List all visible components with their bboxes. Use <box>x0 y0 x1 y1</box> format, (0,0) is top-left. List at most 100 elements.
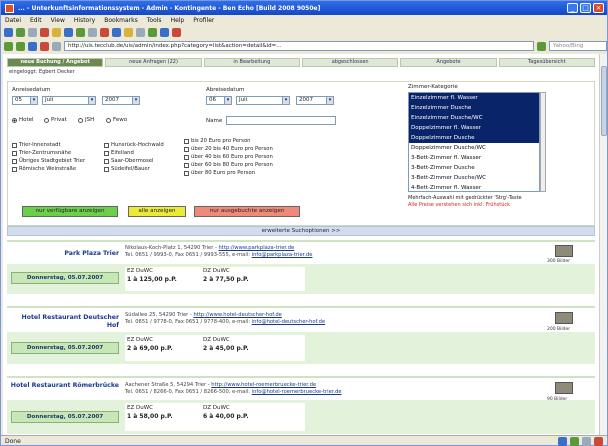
price-checkbox[interactable]: über 40 bis 60 Euro pro Person <box>184 154 273 160</box>
toolbar-icon[interactable] <box>172 28 181 37</box>
status-icon[interactable] <box>558 436 567 446</box>
toolbar-icon[interactable] <box>88 28 97 37</box>
tab-offers[interactable]: Angebote <box>400 58 497 67</box>
menu-bookmarks[interactable]: Bookmarks <box>104 17 138 24</box>
maximize-button[interactable]: □ <box>580 3 591 13</box>
extended-search-link[interactable]: erweiterte Suchoptionen >> <box>7 226 595 236</box>
hotel-website-link[interactable]: http://www.hotel-roemerbruecke-trier.de <box>211 382 316 388</box>
listbox-scrollbar[interactable] <box>540 92 546 192</box>
area-checkbox[interactable]: Trier-Zentrumsnähe <box>12 150 71 156</box>
toolbar-icon[interactable] <box>64 28 73 37</box>
address-input[interactable]: http://uis.tecclub.de/uis/admin/index.ph… <box>64 41 534 51</box>
hotel-website-link[interactable]: http://www.parkplaza-trier.de <box>219 245 295 251</box>
close-button[interactable]: × <box>593 3 604 13</box>
menu-edit[interactable]: Edit <box>30 17 42 24</box>
back-icon[interactable] <box>4 41 13 51</box>
room-category-option[interactable]: 3-Bett-Zimmer Dusche <box>409 163 539 173</box>
menu-help[interactable]: Help <box>171 17 185 24</box>
page-scrollbar[interactable] <box>599 54 607 435</box>
reload-icon[interactable] <box>28 41 37 51</box>
toolbar-icon[interactable] <box>160 28 169 37</box>
room-category-option[interactable]: 4-Bett-Zimmer fl. Wasser <box>409 183 539 191</box>
hotel-thumbnail[interactable] <box>555 312 573 324</box>
area-checkbox[interactable]: Trier-Innenstadt <box>12 142 61 148</box>
type-radio-jsh[interactable]: JSH <box>78 117 94 123</box>
stop-icon[interactable] <box>40 41 49 51</box>
area-checkbox[interactable]: Übriges Stadtgebiet Trier <box>12 158 85 164</box>
menu-history[interactable]: History <box>74 17 95 24</box>
toolbar-icon[interactable] <box>52 28 61 37</box>
hotel-website-link[interactable]: http://www.hotel-deutscher-hof.de <box>194 312 282 318</box>
status-icon[interactable] <box>570 436 579 446</box>
toolbar-icon[interactable] <box>112 28 121 37</box>
hotel-email-link[interactable]: info@hotel-roemerbruecke-trier.de <box>252 389 342 395</box>
room-category-option[interactable]: 3-Bett-Zimmer Dusche/WC <box>409 173 539 183</box>
price-checkbox[interactable]: über 80 Euro pro Person <box>184 170 255 176</box>
toolbar-icon[interactable] <box>124 28 133 37</box>
toolbar-icon[interactable] <box>148 28 157 37</box>
toolbar-icon[interactable] <box>28 28 37 37</box>
status-icon[interactable] <box>582 436 591 446</box>
room-category-option[interactable]: Einzelzimmer Dusche/WC <box>409 113 539 123</box>
toolbar-icon[interactable] <box>76 28 85 37</box>
room-category-option[interactable]: Doppelzimmer Dusche/WC <box>409 143 539 153</box>
room-category-option[interactable]: Einzelzimmer fl. Wasser <box>409 93 539 103</box>
arrival-day-select[interactable]: 05 ▾ <box>12 96 38 105</box>
tab-completed[interactable]: abgeschlossen <box>301 58 399 67</box>
type-radio-fewo[interactable]: Fewo <box>106 117 127 123</box>
room-category-option[interactable]: Doppelzimmer Dusche <box>409 133 539 143</box>
menu-file[interactable]: Datei <box>5 17 21 24</box>
room-category-listbox[interactable]: Einzelzimmer fl. Wasser Einzelzimmer Dus… <box>408 92 540 192</box>
price-checkbox[interactable]: über 60 bis 80 Euro pro Person <box>184 162 273 168</box>
tab-new-requests[interactable]: neue Anfragen (22) <box>105 58 202 67</box>
departure-day-select[interactable]: 06 ▾ <box>206 96 232 105</box>
hotel-name[interactable]: Hotel Restaurant Deutscher Hof <box>9 314 119 330</box>
hotel-thumbnail[interactable] <box>555 382 573 394</box>
area-checkbox[interactable]: Saar-Obermosel <box>104 158 154 164</box>
toolbar-icon[interactable] <box>136 28 145 37</box>
arrival-year-select[interactable]: 2007 ▾ <box>102 96 140 105</box>
show-available-button[interactable]: nur verfügbare anzeigen <box>22 206 118 217</box>
name-input[interactable] <box>226 116 336 125</box>
scrollbar-thumb[interactable] <box>601 66 607 136</box>
menu-view[interactable]: View <box>51 17 65 24</box>
toolbar-icon[interactable] <box>40 28 49 37</box>
hotel-email-link[interactable]: info@parkplaza-trier.de <box>252 252 313 258</box>
room-category-option[interactable]: 3-Bett-Zimmer fl. Wasser <box>409 153 539 163</box>
status-icon[interactable] <box>594 436 603 446</box>
area-checkbox[interactable]: Eifelland <box>104 150 134 156</box>
tab-daily-overview[interactable]: Tagesübersicht <box>498 58 595 67</box>
title-bar: ... - Unterkunftsinformationssystem - Ad… <box>1 1 607 15</box>
forward-icon[interactable] <box>16 41 25 51</box>
menu-tools[interactable]: Tools <box>147 17 162 24</box>
hotel-email-link[interactable]: info@hotel-deutscher-hof.de <box>252 319 325 325</box>
area-checkbox[interactable]: Römische Weinstraße <box>12 166 76 172</box>
area-checkbox[interactable]: Südeifel/Bauer <box>104 166 150 172</box>
tab-in-progress[interactable]: in Bearbeitung <box>203 58 300 67</box>
go-icon[interactable] <box>537 41 546 51</box>
hotel-name[interactable]: Hotel Restaurant Römerbrücke <box>9 382 119 390</box>
type-radio-privat[interactable]: Privat <box>44 117 67 123</box>
minimize-button[interactable]: _ <box>567 3 578 13</box>
toolbar-icon[interactable] <box>100 28 109 37</box>
area-checkbox[interactable]: Hunsrück-Hochwald <box>104 142 164 148</box>
hotel-name[interactable]: Park Plaza Trier <box>9 250 119 258</box>
departure-month-select[interactable]: Juli ▾ <box>236 96 290 105</box>
search-input[interactable]: Yahoo/Bing <box>549 41 607 51</box>
room-type: EZ DuWC <box>127 268 153 274</box>
type-radio-hotel[interactable]: Hotel <box>12 117 34 123</box>
departure-year-select[interactable]: 2007 ▾ <box>296 96 334 105</box>
hotel-thumbnail[interactable] <box>555 245 573 257</box>
arrival-month-select[interactable]: Juli ▾ <box>42 96 96 105</box>
room-category-option[interactable]: Einzelzimmer Dusche <box>409 103 539 113</box>
price-checkbox[interactable]: bis 20 Euro pro Person <box>184 138 251 144</box>
room-category-option[interactable]: Doppelzimmer fl. Wasser <box>409 123 539 133</box>
menu-profiler[interactable]: Profiler <box>193 17 214 24</box>
show-all-button[interactable]: alle anzeigen <box>128 206 186 217</box>
toolbar-icon[interactable] <box>16 28 25 37</box>
show-booked-button[interactable]: nur ausgebuchte anzeigen <box>194 206 300 217</box>
price-checkbox[interactable]: über 20 bis 40 Euro pro Person <box>184 146 273 152</box>
tab-new-booking[interactable]: neue Buchung / Angebot <box>7 58 104 67</box>
home-icon[interactable] <box>52 41 61 51</box>
toolbar-icon[interactable] <box>4 28 13 37</box>
